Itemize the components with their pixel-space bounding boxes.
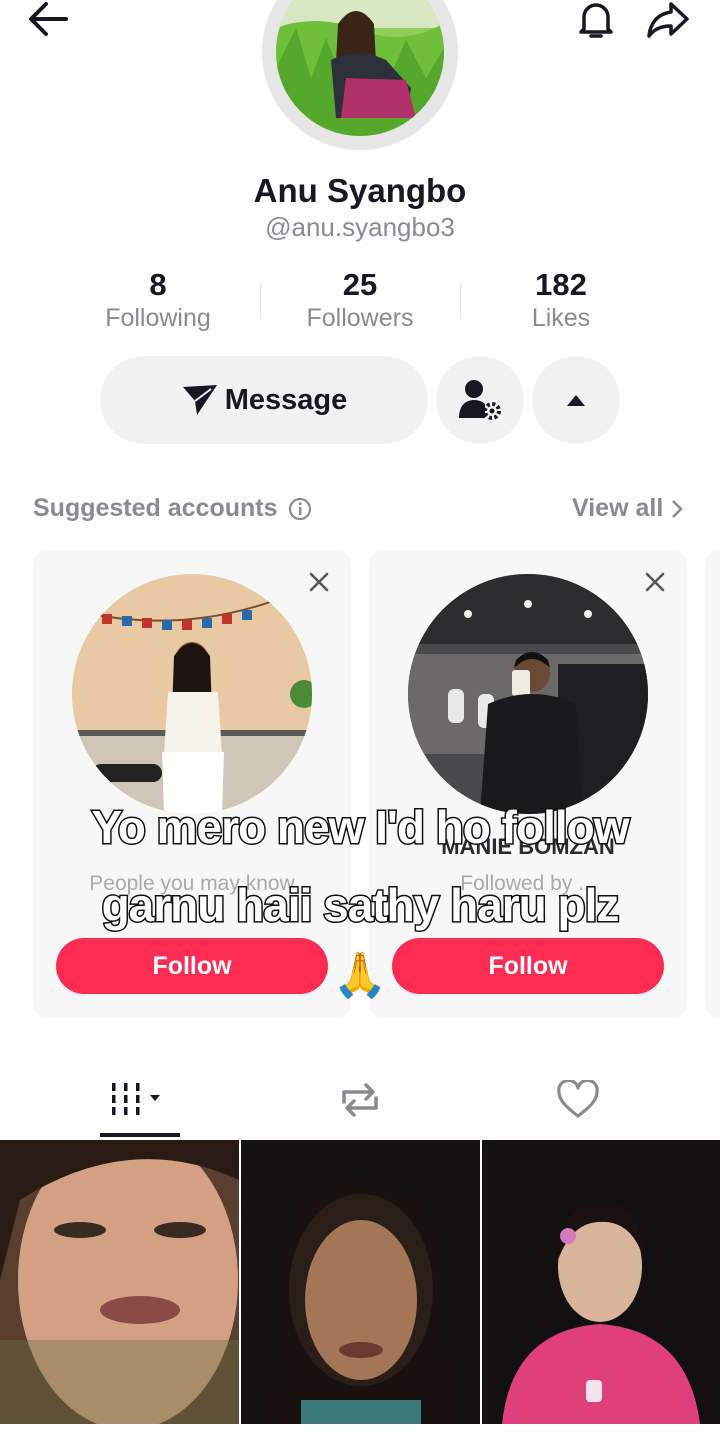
tab-videos[interactable] [20, 1072, 260, 1128]
profile-name: Anu Syangbo [253, 172, 467, 209]
friend-settings-button[interactable] [436, 356, 524, 444]
tab-reposts[interactable] [240, 1072, 480, 1128]
video-thumbnail[interactable] [241, 1140, 480, 1424]
dismiss-suggestion-icon[interactable] [643, 570, 667, 594]
info-icon[interactable] [288, 497, 312, 521]
dismiss-suggestion-icon[interactable] [307, 570, 331, 594]
videos-grid-icon [112, 1083, 160, 1115]
view-all-label: View all [572, 494, 664, 522]
suggested-account-card[interactable]: People you may know Follow [33, 550, 351, 1018]
stat-followers[interactable]: 25 Followers [260, 268, 460, 334]
message-label: Message [224, 383, 348, 416]
collapse-suggestions-button[interactable] [532, 356, 620, 444]
stat-likes-value: 182 [535, 267, 587, 302]
suggested-account-photo [408, 574, 648, 814]
tab-liked[interactable] [458, 1072, 698, 1128]
suggested-accounts-header: Suggested accounts [33, 494, 312, 523]
stat-following-label: Following [105, 304, 211, 332]
stat-following-value: 8 [149, 267, 167, 302]
share-arrow-icon [647, 2, 689, 38]
message-button[interactable]: Message [100, 356, 428, 444]
back-button[interactable] [24, 0, 72, 40]
suggested-accounts-title: Suggested accounts [33, 494, 278, 522]
view-all-link[interactable]: View all [572, 494, 684, 523]
heart-icon [557, 1080, 599, 1118]
caption-line-1: Yo mero new I'd ho follow [90, 800, 631, 855]
follow-button[interactable]: Follow [392, 938, 664, 994]
video-thumbnail[interactable] [0, 1140, 239, 1424]
stat-likes[interactable]: 182 Likes [461, 268, 661, 334]
send-icon [182, 385, 217, 415]
video-thumbnail[interactable] [482, 1140, 720, 1424]
caption-emoji: 🙏 [332, 950, 388, 1001]
stat-followers-label: Followers [306, 304, 414, 332]
stat-likes-label: Likes [531, 304, 591, 332]
follow-button[interactable]: Follow [56, 938, 328, 994]
back-arrow-icon [29, 2, 68, 36]
suggested-account-card[interactable]: MANIE BOMZAN Followed by ... Follow [369, 550, 687, 1018]
suggested-account-photo [72, 574, 312, 814]
notification-bell-button[interactable] [572, 0, 620, 40]
stat-followers-value: 25 [342, 267, 378, 302]
next-card-edge [705, 550, 720, 1018]
active-tab-indicator [100, 1133, 180, 1137]
user-settings-icon [459, 380, 501, 420]
caret-up-icon [567, 395, 585, 406]
repost-icon [342, 1083, 378, 1117]
caption-line-2: garnu haii sathy haru plz [100, 878, 621, 933]
share-button[interactable] [644, 0, 692, 40]
profile-handle: @anu.syangbo3 [265, 212, 455, 242]
bell-icon [579, 3, 613, 38]
stat-following[interactable]: 8 Following [58, 268, 258, 334]
chevron-right-icon [672, 499, 684, 518]
